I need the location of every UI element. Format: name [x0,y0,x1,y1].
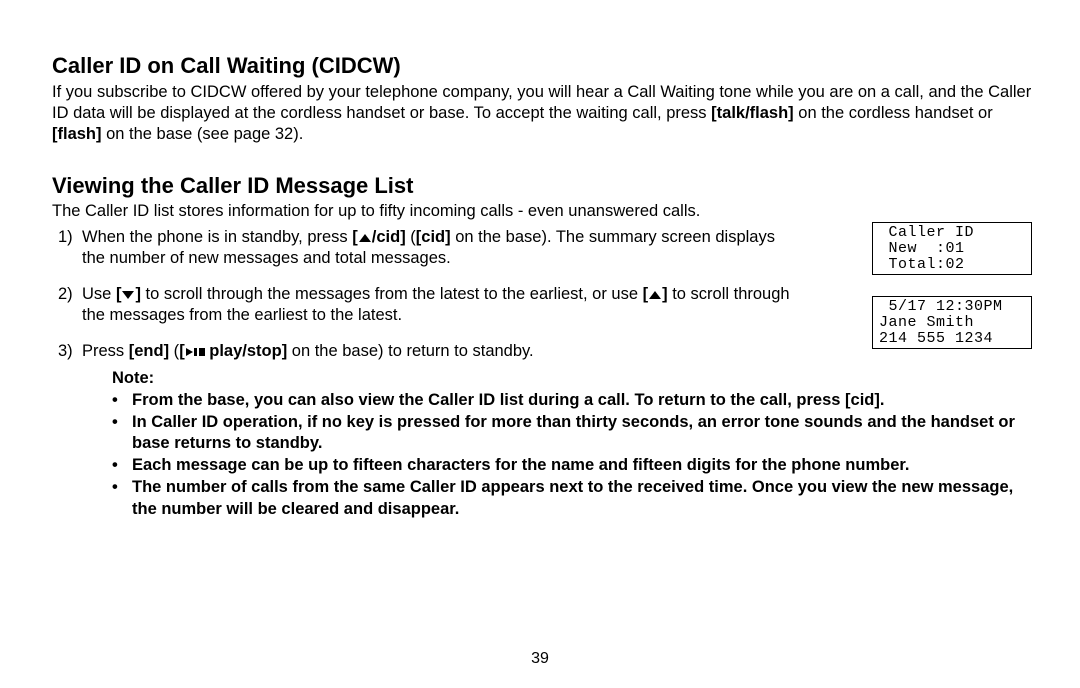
text: Use [82,285,116,303]
key-up: [] [643,285,668,303]
key-flash: [flash] [52,125,102,143]
note-text: From the base, you can also view the Cal… [132,390,1032,412]
note-text: Each message can be up to fifteen charac… [132,455,1032,477]
note-item: •The number of calls from the same Calle… [112,477,1032,521]
key-play-stop: [ play/stop] [179,342,287,360]
note-text: In Caller ID operation, if no key is pre… [132,412,1032,456]
heading-cidcw: Caller ID on Call Waiting (CIDCW) [52,52,1032,80]
note-item: •Each message can be up to fifteen chara… [112,455,1032,477]
manual-page: Caller ID on Call Waiting (CIDCW) If you… [0,0,1080,688]
text: to scroll through the messages from the … [141,285,643,303]
note-block: Note: •From the base, you can also view … [112,369,1032,521]
text: ( [406,228,416,246]
heading-cid-list: Viewing the Caller ID Message List [52,172,1032,200]
play-stop-icon [185,342,205,363]
text: ( [169,342,179,360]
lcd-summary: Caller ID New :01 Total:02 [872,222,1032,275]
key-cid: [cid] [416,228,451,246]
note-item: •In Caller ID operation, if no key is pr… [112,412,1032,456]
text: Press [82,342,129,360]
text: on the cordless handset or [794,104,993,122]
key-down: [] [116,285,141,303]
key-up-cid: [/cid] [352,228,405,246]
note-label: Note: [112,369,1032,388]
arrow-up-icon [648,290,662,300]
cid-list-intro: The Caller ID list stores information fo… [52,201,1032,222]
key-talk-flash: [talk/flash] [711,104,794,122]
text: on the base (see page 32). [102,125,304,143]
step-number: 1) [52,227,82,270]
step-number: 3) [52,341,82,363]
bullet-icon: • [112,390,132,412]
text: When the phone is in standby, press [82,228,352,246]
text: on the base) to return to standby. [287,342,533,360]
lcd-message: 5/17 12:30PM Jane Smith 214 555 1234 [872,296,1032,349]
note-text: The number of calls from the same Caller… [132,477,1032,521]
page-number: 39 [0,650,1080,668]
note-list: •From the base, you can also view the Ca… [112,390,1032,521]
step-number: 2) [52,284,82,327]
bullet-icon: • [112,412,132,456]
cidcw-paragraph: If you subscribe to CIDCW offered by you… [52,82,1032,146]
key-end: [end] [129,342,169,360]
arrow-down-icon [121,290,135,300]
bullet-icon: • [112,455,132,477]
arrow-up-icon [358,233,372,243]
bullet-icon: • [112,477,132,521]
note-item: •From the base, you can also view the Ca… [112,390,1032,412]
